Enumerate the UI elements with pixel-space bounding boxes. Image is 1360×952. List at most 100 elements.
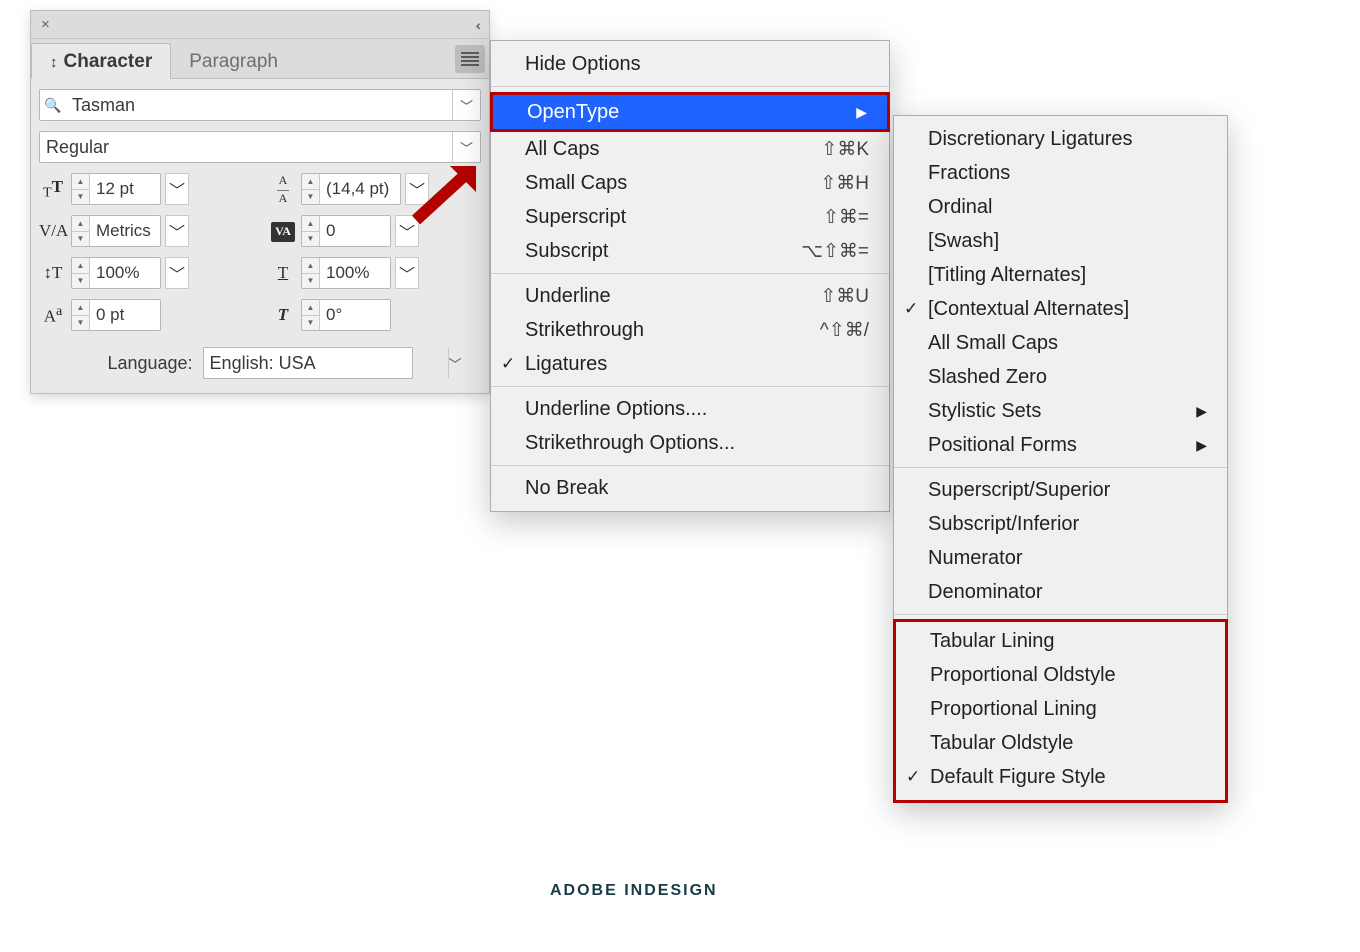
menu-item-slashed-zero[interactable]: Slashed Zero <box>894 360 1227 394</box>
menu-item-strikethrough-options[interactable]: Strikethrough Options... <box>491 426 889 460</box>
font-size-stepper[interactable]: ▲▼ <box>71 173 161 205</box>
tab-label: Character <box>64 51 153 73</box>
font-size-input[interactable] <box>90 174 160 204</box>
caption-label: ADOBE INDESIGN <box>550 882 718 900</box>
language-input[interactable] <box>204 348 448 378</box>
chevron-down-icon[interactable]: ﹀ <box>448 348 462 378</box>
menu-separator <box>491 386 889 387</box>
menu-item-subscript[interactable]: Subscript ⌥⇧⌘= <box>491 234 889 268</box>
menu-item-tabular-lining[interactable]: Tabular Lining <box>896 624 1225 658</box>
font-size-icon: TT <box>39 177 67 201</box>
vscale-stepper[interactable]: ▲▼ <box>71 257 161 289</box>
close-icon[interactable]: × <box>37 16 54 33</box>
menu-item-hide-options[interactable]: Hide Options <box>491 47 889 81</box>
shortcut-label: ⇧⌘K <box>791 138 869 161</box>
menu-item-contextual-alternates[interactable]: ✓ [Contextual Alternates] <box>894 292 1227 326</box>
font-style-combo[interactable]: ﹀ <box>39 131 481 163</box>
chevron-down-icon[interactable]: ﹀ <box>165 257 189 289</box>
vscale-input[interactable] <box>90 258 160 288</box>
menu-separator <box>491 86 889 87</box>
menu-item-opentype[interactable]: OpenType ▶ <box>493 95 887 129</box>
skew-input[interactable] <box>320 300 390 330</box>
tracking-icon: VA <box>269 220 297 242</box>
language-combo[interactable]: ﹀ <box>203 347 413 379</box>
tab-bar: ↕ Character Paragraph <box>31 39 489 79</box>
shortcut-label: ⇧⌘U <box>790 285 869 308</box>
spinner-buttons[interactable]: ▲▼ <box>302 174 320 204</box>
baseline-shift-icon: Aa <box>39 303 67 327</box>
menu-item-discretionary-ligatures[interactable]: Discretionary Ligatures <box>894 122 1227 156</box>
menu-item-fractions[interactable]: Fractions <box>894 156 1227 190</box>
menu-separator <box>894 467 1227 468</box>
menu-separator <box>894 614 1227 615</box>
spinner-buttons[interactable]: ▲▼ <box>72 216 90 246</box>
font-style-input[interactable] <box>40 132 452 162</box>
font-family-combo[interactable]: 🔍 ﹀ <box>39 89 481 121</box>
menu-item-ordinal[interactable]: Ordinal <box>894 190 1227 224</box>
kerning-stepper[interactable]: ▲▼ <box>71 215 161 247</box>
tab-label: Paragraph <box>189 51 278 73</box>
panel-header: × ‹‹ <box>31 11 489 39</box>
menu-item-stylistic-sets[interactable]: Stylistic Sets ▶ <box>894 394 1227 428</box>
menu-item-strikethrough[interactable]: Strikethrough ^⇧⌘/ <box>491 313 889 347</box>
baseline-input[interactable] <box>90 300 160 330</box>
hscale-stepper[interactable]: ▲▼ <box>301 257 391 289</box>
menu-item-ligatures[interactable]: ✓ Ligatures <box>491 347 889 381</box>
baseline-stepper[interactable]: ▲▼ <box>71 299 161 331</box>
menu-item-subscript-inferior[interactable]: Subscript/Inferior <box>894 507 1227 541</box>
checkmark-icon: ✓ <box>501 354 515 374</box>
shortcut-label: ⇧⌘= <box>793 206 869 229</box>
chevron-down-icon[interactable]: ﹀ <box>165 173 189 205</box>
chevron-down-icon[interactable]: ﹀ <box>452 132 480 162</box>
spinner-buttons[interactable]: ▲▼ <box>302 258 320 288</box>
menu-item-underline-options[interactable]: Underline Options.... <box>491 392 889 426</box>
kerning-input[interactable] <box>90 216 160 246</box>
menu-item-default-figure-style[interactable]: ✓ Default Figure Style <box>896 760 1225 794</box>
menu-item-proportional-oldstyle[interactable]: Proportional Oldstyle <box>896 658 1225 692</box>
hscale-input[interactable] <box>320 258 390 288</box>
menu-item-tabular-oldstyle[interactable]: Tabular Oldstyle <box>896 726 1225 760</box>
kerning-icon: V/A <box>39 221 67 241</box>
collapse-icon[interactable]: ‹‹ <box>476 17 483 33</box>
tracking-input[interactable] <box>320 216 390 246</box>
character-flyout-menu: Hide Options OpenType ▶ All Caps ⇧⌘K Sma… <box>490 40 890 512</box>
checkmark-icon: ✓ <box>904 299 918 319</box>
leading-input[interactable] <box>320 174 400 204</box>
menu-item-all-caps[interactable]: All Caps ⇧⌘K <box>491 132 889 166</box>
shortcut-label: ^⇧⌘/ <box>790 319 869 342</box>
flyout-menu-button[interactable] <box>455 45 485 73</box>
skew-stepper[interactable]: ▲▼ <box>301 299 391 331</box>
search-icon: 🔍 <box>40 90 66 120</box>
spinner-buttons[interactable]: ▲▼ <box>302 216 320 246</box>
hscale-icon: T <box>269 263 297 283</box>
menu-item-denominator[interactable]: Denominator <box>894 575 1227 609</box>
menu-item-small-caps[interactable]: Small Caps ⇧⌘H <box>491 166 889 200</box>
menu-item-all-small-caps[interactable]: All Small Caps <box>894 326 1227 360</box>
leading-stepper[interactable]: ▲▼ <box>301 173 401 205</box>
spinner-buttons[interactable]: ▲▼ <box>72 300 90 330</box>
menu-item-swash[interactable]: [Swash] <box>894 224 1227 258</box>
spinner-buttons[interactable]: ▲▼ <box>72 258 90 288</box>
menu-item-proportional-lining[interactable]: Proportional Lining <box>896 692 1225 726</box>
menu-item-titling-alternates[interactable]: [Titling Alternates] <box>894 258 1227 292</box>
menu-item-underline[interactable]: Underline ⇧⌘U <box>491 279 889 313</box>
chevron-down-icon[interactable]: ﹀ <box>395 257 419 289</box>
spinner-buttons[interactable]: ▲▼ <box>302 300 320 330</box>
menu-item-no-break[interactable]: No Break <box>491 471 889 505</box>
chevron-down-icon[interactable]: ﹀ <box>452 90 480 120</box>
tab-character[interactable]: ↕ Character <box>31 43 171 79</box>
menu-item-superscript[interactable]: Superscript ⇧⌘= <box>491 200 889 234</box>
menu-item-superscript-superior[interactable]: Superscript/Superior <box>894 473 1227 507</box>
shortcut-label: ⌥⇧⌘= <box>771 240 869 263</box>
submenu-arrow-icon: ▶ <box>1166 437 1207 454</box>
spinner-buttons[interactable]: ▲▼ <box>72 174 90 204</box>
chevron-down-icon[interactable]: ﹀ <box>165 215 189 247</box>
tab-paragraph[interactable]: Paragraph <box>171 43 296 78</box>
submenu-arrow-icon: ▶ <box>826 104 867 121</box>
language-label: Language: <box>107 353 192 374</box>
font-family-input[interactable] <box>66 90 452 120</box>
menu-item-positional-forms[interactable]: Positional Forms ▶ <box>894 428 1227 462</box>
checkmark-icon: ✓ <box>906 767 920 787</box>
menu-item-numerator[interactable]: Numerator <box>894 541 1227 575</box>
tracking-stepper[interactable]: ▲▼ <box>301 215 391 247</box>
